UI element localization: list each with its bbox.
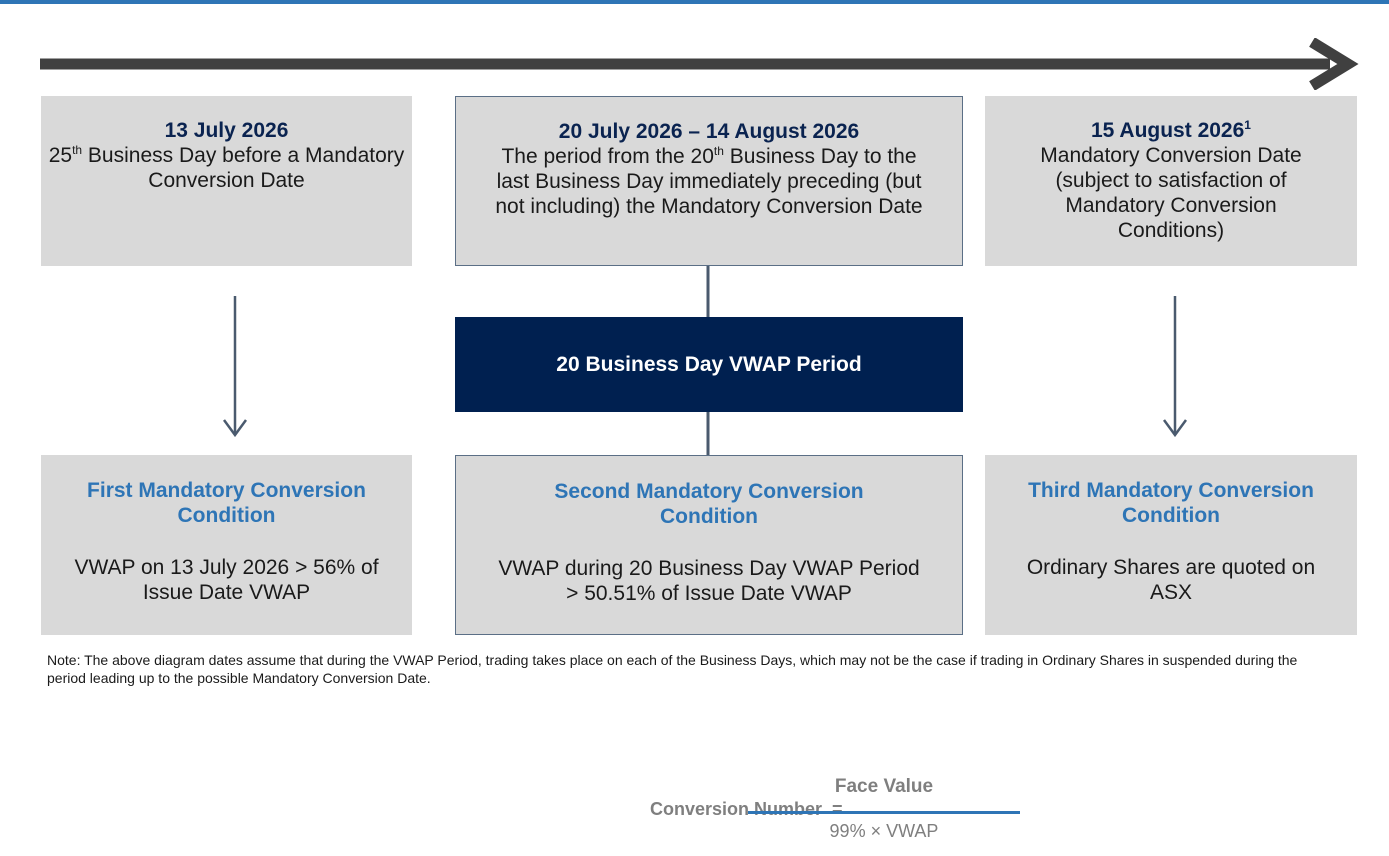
formula-label-text: Conversion Number [650,799,823,819]
date-desc-first: 25th Business Day before a Mandatory Con… [48,143,405,192]
date-title-second: 20 July 2026 – 14 August 2026 [558,120,860,143]
condition-box-second: Second Mandatory Conversion Condition VW… [455,455,963,635]
condition-title-second: Second Mandatory Conversion Condition [554,480,864,528]
connector-center-bottom [706,412,710,455]
condition-body-second: VWAP during 20 Business Day VWAP Period … [498,557,920,605]
condition-title-first: First Mandatory Conversion Condition [87,479,366,527]
date-desc-second: The period from the 20th Business Day to… [495,144,923,218]
condition-box-first: First Mandatory Conversion Condition VWA… [41,455,412,635]
date-box-first: 13 July 2026 25th Business Day before a … [41,96,412,266]
top-rule [0,0,1389,4]
formula-denominator: 99% × VWAP [829,821,939,841]
condition-body-third: Ordinary Shares are quoted on ASX [1026,556,1316,604]
formula-numerator: Face Value [834,776,934,797]
vwap-period-box: 20 Business Day VWAP Period [455,317,963,412]
date-desc-third: Mandatory Conversion Date (subject to sa… [1040,144,1302,242]
condition-title-third: Third Mandatory Conversion Condition [1028,479,1314,527]
formula-equals: = [832,799,843,819]
date-title-first: 13 July 2026 [164,119,289,142]
down-arrow-left [222,296,248,438]
condition-box-third: Third Mandatory Conversion Condition Ord… [985,455,1357,635]
formula-fraction-bar [748,811,1020,814]
formula-label: Conversion Number = [650,799,843,820]
date-box-second: 20 July 2026 – 14 August 2026 The period… [455,96,963,266]
down-arrow-right [1162,296,1188,438]
date-title-third: 15 August 20261 [1091,118,1251,142]
footnote: Note: The above diagram dates assume tha… [47,652,1298,686]
connector-center-top [706,266,710,317]
timeline-arrow [40,38,1359,90]
date-box-third: 15 August 20261 Mandatory Conversion Dat… [985,96,1357,266]
condition-body-first: VWAP on 13 July 2026 > 56% of Issue Date… [74,556,379,604]
